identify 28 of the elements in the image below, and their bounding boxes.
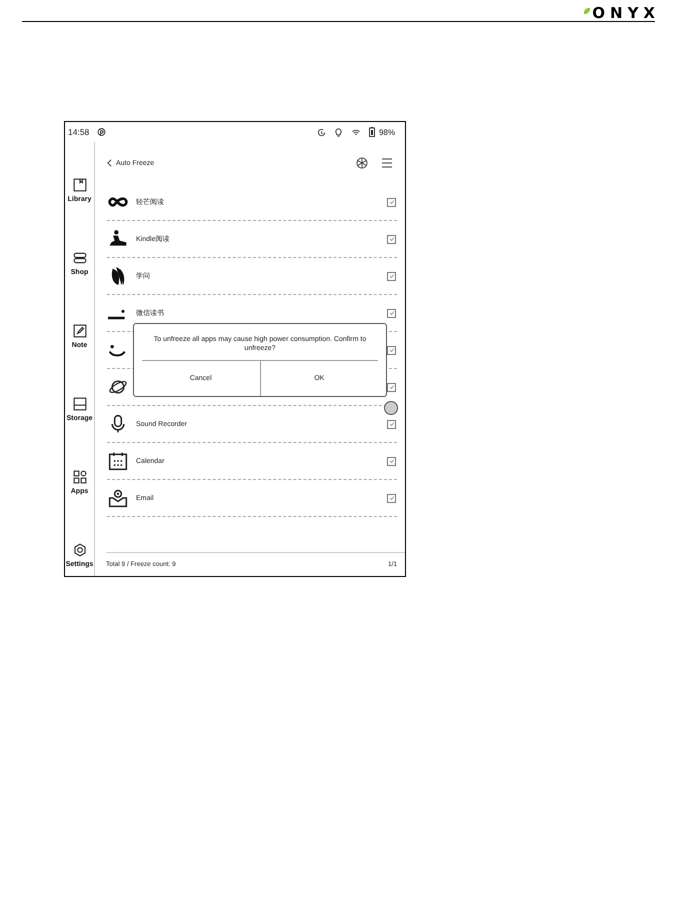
lightbulb-icon — [334, 128, 343, 136]
menu-icon[interactable] — [381, 157, 393, 169]
wifi-icon — [350, 128, 361, 136]
folder-icon — [72, 397, 86, 411]
checkbox[interactable] — [387, 382, 396, 392]
email-icon — [108, 488, 128, 508]
checkbox[interactable] — [387, 456, 396, 466]
leaf-icon — [583, 7, 592, 15]
back-icon — [107, 159, 112, 167]
calendar-icon — [108, 451, 128, 471]
pencil-icon — [72, 324, 86, 338]
checkbox[interactable] — [387, 272, 396, 280]
checkbox[interactable] — [387, 420, 396, 428]
checkbox[interactable] — [387, 308, 396, 318]
settings-icon — [72, 543, 86, 557]
store-icon — [72, 251, 86, 265]
battery-icon — [368, 127, 375, 137]
checkbox[interactable] — [387, 234, 396, 244]
p-icon — [97, 128, 106, 136]
floating-button[interactable] — [384, 401, 398, 415]
apps-grid-icon — [72, 470, 86, 484]
book-icon — [72, 178, 86, 192]
logo: ONYX — [592, 6, 660, 21]
checkbox[interactable] — [387, 198, 396, 206]
clock-time: 14:58 — [68, 127, 90, 137]
checkbox[interactable] — [387, 494, 396, 502]
checkbox[interactable] — [387, 346, 396, 354]
battery-level: 98% — [378, 128, 395, 136]
